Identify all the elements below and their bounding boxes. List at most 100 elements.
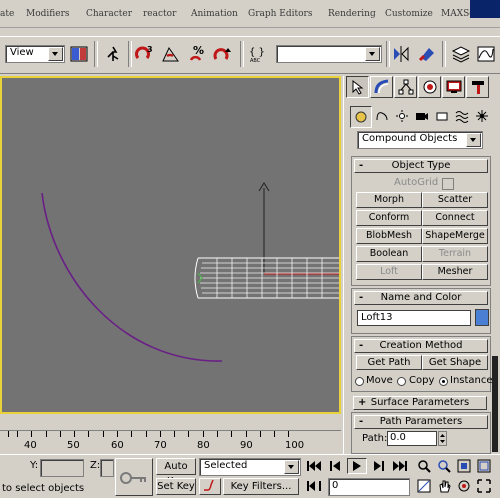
maximize-viewport-icon[interactable]: [474, 478, 494, 494]
command-panel-scrollbar[interactable]: [492, 356, 498, 452]
conform-button[interactable]: Conform: [356, 210, 422, 226]
geometry-sphere-icon[interactable]: [350, 106, 372, 128]
object-type-header[interactable]: - Object Type: [354, 159, 488, 173]
path-parameters-header[interactable]: - Path Parameters: [354, 415, 488, 429]
key-tangent-button[interactable]: [199, 478, 221, 495]
menu-create[interactable]: ate: [0, 9, 14, 19]
key-mode-dropdown[interactable]: Selected: [199, 458, 301, 476]
tab-motion[interactable]: [418, 76, 441, 98]
zoom-extents-all-icon[interactable]: [474, 458, 494, 474]
set-key-button[interactable]: Set Key: [156, 478, 196, 495]
helpers-icon[interactable]: [432, 106, 452, 126]
go-to-end-icon[interactable]: [390, 458, 410, 474]
mesher-button[interactable]: Mesher: [422, 264, 488, 280]
autogrid-label: AutoGrid: [394, 177, 439, 188]
surface-parameters-rollout: + Surface Parameters: [351, 394, 491, 412]
key-filters-button[interactable]: Key Filters...: [223, 478, 299, 495]
zoom-extents-icon[interactable]: [454, 458, 474, 474]
tab-display[interactable]: [442, 76, 465, 98]
zoom-all-icon[interactable]: [434, 458, 454, 474]
lights-icon[interactable]: [392, 106, 412, 126]
create-arrow-icon: [352, 79, 363, 95]
menu-customize[interactable]: Customize: [385, 9, 433, 19]
pan-hand-icon[interactable]: [434, 478, 454, 494]
menu-reactor[interactable]: reactor: [143, 9, 176, 19]
chevron-down-icon[interactable]: [48, 47, 63, 61]
named-selection-sets-dropdown[interactable]: [276, 45, 382, 63]
menu-animation[interactable]: Animation: [191, 9, 238, 19]
menu-rendering[interactable]: Rendering: [328, 9, 376, 19]
collapse-minus-icon: -: [359, 416, 364, 427]
object-category-dropdown[interactable]: Compound Objects: [357, 131, 483, 149]
boolean-button[interactable]: Boolean: [356, 246, 422, 262]
named-selection-edit-icon[interactable]: { } ABC: [248, 43, 270, 65]
surface-parameters-title: Surface Parameters: [370, 397, 470, 408]
menu-bar: ate Modifiers Character reactor Animatio…: [0, 0, 500, 28]
cameras-icon[interactable]: [412, 106, 432, 126]
get-shape-button[interactable]: Get Shape: [422, 355, 488, 370]
chevron-down-icon[interactable]: [365, 47, 380, 61]
object-name-field[interactable]: Loft13: [357, 310, 471, 326]
get-path-button[interactable]: Get Path: [356, 355, 422, 370]
previous-frame-icon[interactable]: [326, 458, 346, 474]
blobmesh-button[interactable]: BlobMesh: [356, 228, 422, 244]
key-mode-toggle-icon[interactable]: [304, 478, 324, 494]
morph-button[interactable]: Morph: [356, 192, 422, 208]
space-warps-icon[interactable]: [452, 106, 472, 126]
scatter-button[interactable]: Scatter: [422, 192, 488, 208]
auto-key-button[interactable]: Auto Key: [156, 458, 196, 487]
menu-graph-editors[interactable]: Graph Editors: [248, 9, 312, 19]
systems-icon[interactable]: [472, 106, 492, 126]
angle-snap-icon[interactable]: [160, 43, 182, 65]
instance-radio[interactable]: [439, 377, 448, 386]
creation-method-header[interactable]: - Creation Method: [354, 339, 488, 353]
field-of-view-icon[interactable]: [414, 478, 434, 494]
menu-modifiers[interactable]: Modifiers: [26, 9, 70, 19]
menu-character[interactable]: Character: [86, 9, 132, 19]
copy-radio[interactable]: [397, 377, 406, 386]
time-slider-track[interactable]: 40 50 60 70 80 90 100: [0, 430, 341, 454]
timeline-label: 100: [285, 440, 305, 451]
percent-snap-icon[interactable]: %: [187, 43, 209, 65]
set-key-mode-button[interactable]: [115, 458, 153, 496]
move-radio[interactable]: [355, 377, 364, 386]
next-frame-icon[interactable]: [368, 458, 388, 474]
path-spinner-arrows[interactable]: [438, 431, 447, 446]
orbit-icon[interactable]: [454, 478, 474, 494]
terrain-button[interactable]: Terrain: [422, 246, 488, 262]
play-icon[interactable]: [347, 458, 367, 474]
reference-coordinate-dropdown[interactable]: View: [5, 45, 65, 63]
surface-parameters-header[interactable]: + Surface Parameters: [353, 396, 487, 410]
perspective-viewport[interactable]: [0, 76, 341, 414]
move-label: Move: [366, 375, 393, 386]
z-coord-field[interactable]: [100, 459, 114, 477]
select-manipulate-icon[interactable]: [102, 43, 124, 65]
tab-create[interactable]: [346, 76, 369, 98]
loft-button[interactable]: Loft: [356, 264, 422, 280]
name-and-color-header[interactable]: - Name and Color: [354, 291, 488, 305]
spinner-snap-icon[interactable]: [212, 43, 234, 65]
align-icon[interactable]: [416, 43, 438, 65]
chevron-down-icon[interactable]: [466, 133, 481, 147]
path-spinner-field[interactable]: 0.0: [387, 431, 437, 446]
mirror-icon[interactable]: [390, 43, 412, 65]
chevron-down-icon[interactable]: [284, 460, 299, 474]
current-frame-field[interactable]: 0: [328, 478, 410, 496]
connect-button[interactable]: Connect: [422, 210, 488, 226]
snap-toggle-icon[interactable]: 3: [134, 43, 156, 65]
tab-modify[interactable]: [370, 76, 393, 98]
tab-hierarchy[interactable]: [394, 76, 417, 98]
menu-help-highlight[interactable]: [470, 0, 500, 18]
pivot-center-icon[interactable]: [68, 43, 90, 65]
layer-manager-icon[interactable]: [450, 43, 472, 65]
y-coord-field[interactable]: [40, 459, 84, 477]
zoom-icon[interactable]: [414, 458, 434, 474]
shapemerge-button[interactable]: ShapeMerge: [422, 228, 488, 244]
tab-utilities[interactable]: [466, 76, 489, 98]
shapes-icon[interactable]: [372, 106, 392, 126]
object-color-swatch[interactable]: [475, 309, 489, 326]
go-to-start-icon[interactable]: [304, 458, 324, 474]
motion-icon: [423, 80, 436, 94]
autogrid-checkbox[interactable]: [442, 178, 454, 190]
curve-editor-icon[interactable]: [475, 43, 497, 65]
